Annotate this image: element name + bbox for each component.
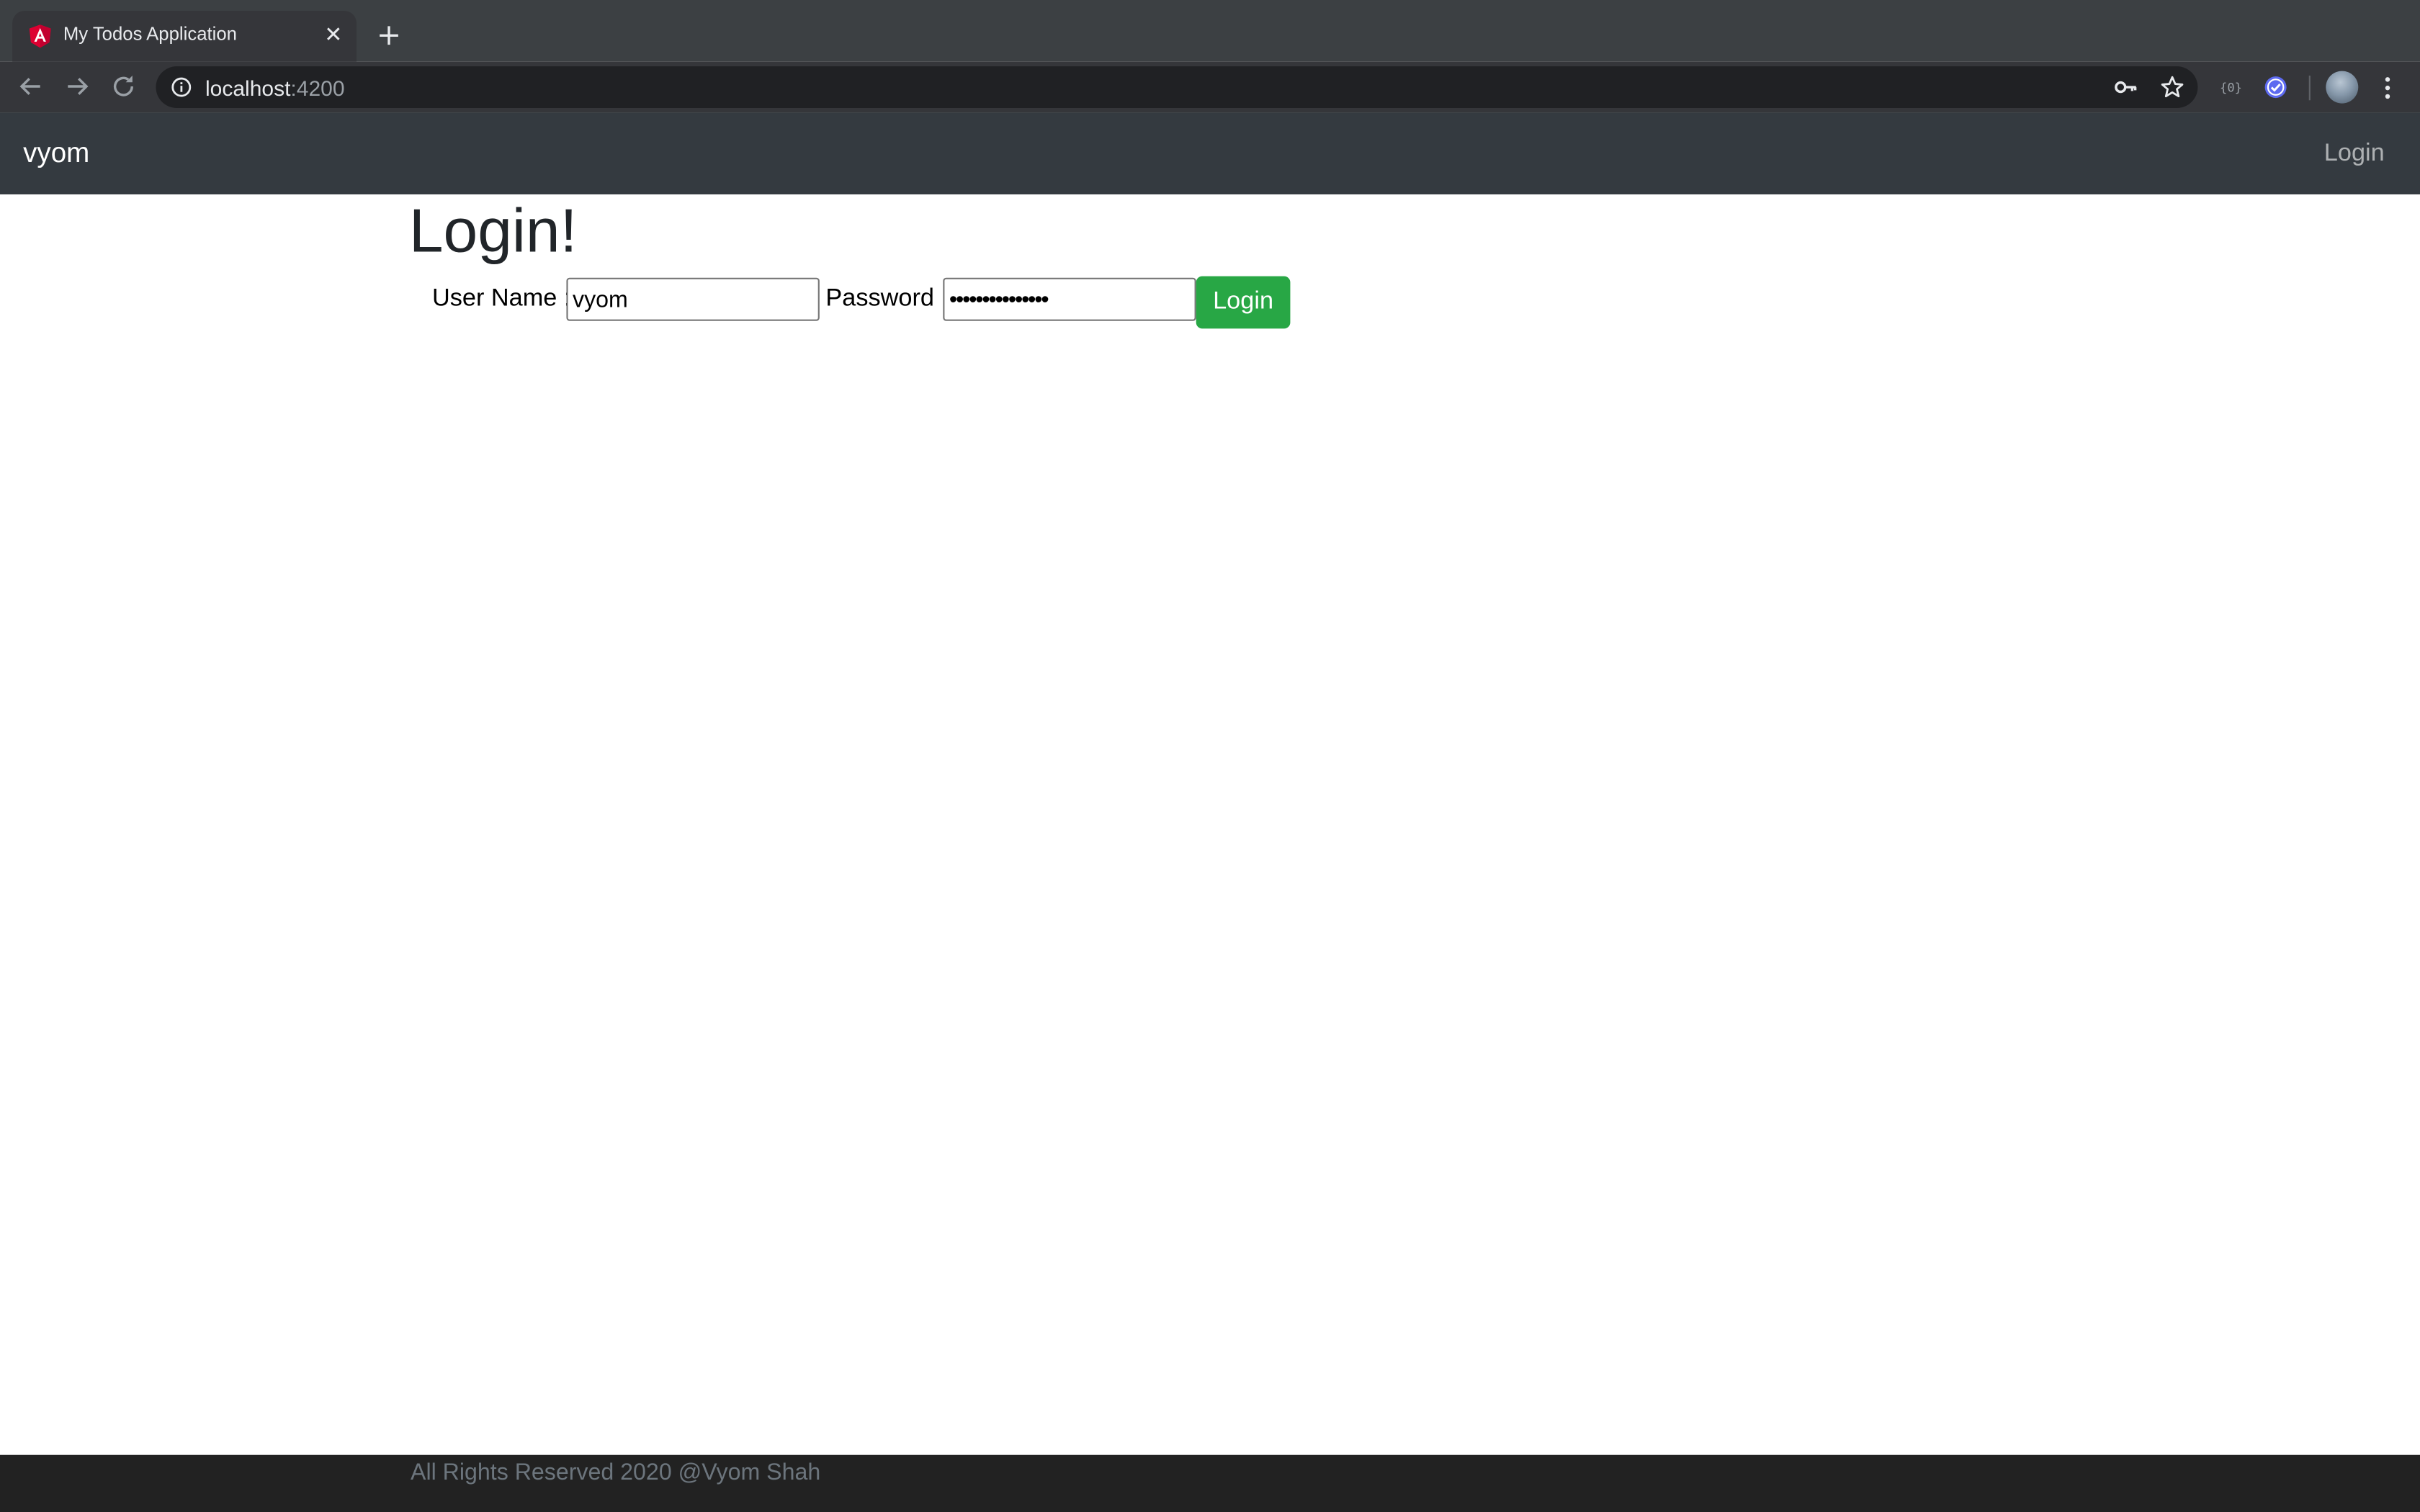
app-navbar: vyom Login (0, 112, 2420, 194)
avatar[interactable] (2326, 71, 2359, 104)
password-field[interactable] (943, 277, 1196, 321)
footer-text: All Rights Reserved 2020 @Vyom Shah (411, 1459, 821, 1486)
key-icon[interactable] (2113, 74, 2139, 100)
password-label: Password : (825, 285, 949, 312)
username-label: User Name : (432, 285, 571, 312)
reload-icon[interactable] (108, 71, 139, 102)
arrow-left-icon[interactable] (15, 71, 46, 102)
close-icon[interactable]: ✕ (321, 22, 346, 46)
navbar-brand[interactable]: vyom (23, 138, 89, 170)
url-text[interactable]: localhost:4200 (205, 76, 345, 100)
tab-title: My Todos Application (63, 23, 237, 45)
browser-toolbar: localhost:4200 {0} (0, 61, 2420, 113)
arrow-right-icon[interactable] (62, 71, 93, 102)
login-button[interactable]: Login (1196, 276, 1291, 329)
info-icon[interactable] (171, 77, 192, 97)
nav-login-link[interactable]: Login (2324, 140, 2385, 168)
angular-icon (29, 24, 51, 48)
plus-icon[interactable] (374, 20, 405, 51)
url-port: :4200 (290, 76, 345, 101)
address-bar[interactable]: localhost:4200 (156, 66, 2198, 108)
extension-brackets-icon[interactable]: {0} (2218, 74, 2244, 100)
star-icon[interactable] (2159, 74, 2185, 100)
more-vert-icon[interactable] (2377, 74, 2398, 102)
url-host: localhost (205, 76, 291, 101)
username-field[interactable] (566, 277, 820, 321)
page-title: Login! (408, 197, 578, 266)
browser-tab-strip: My Todos Application ✕ (0, 0, 2420, 62)
toolbar-divider (2308, 76, 2311, 101)
screen: My Todos Application ✕ localhost:4200 {0… (0, 0, 2420, 1512)
browser-tab[interactable]: My Todos Application ✕ (12, 11, 357, 62)
check-badge-icon[interactable] (2262, 74, 2288, 100)
svg-text:{0}: {0} (2220, 81, 2242, 96)
footer: All Rights Reserved 2020 @Vyom Shah (0, 1454, 2420, 1512)
